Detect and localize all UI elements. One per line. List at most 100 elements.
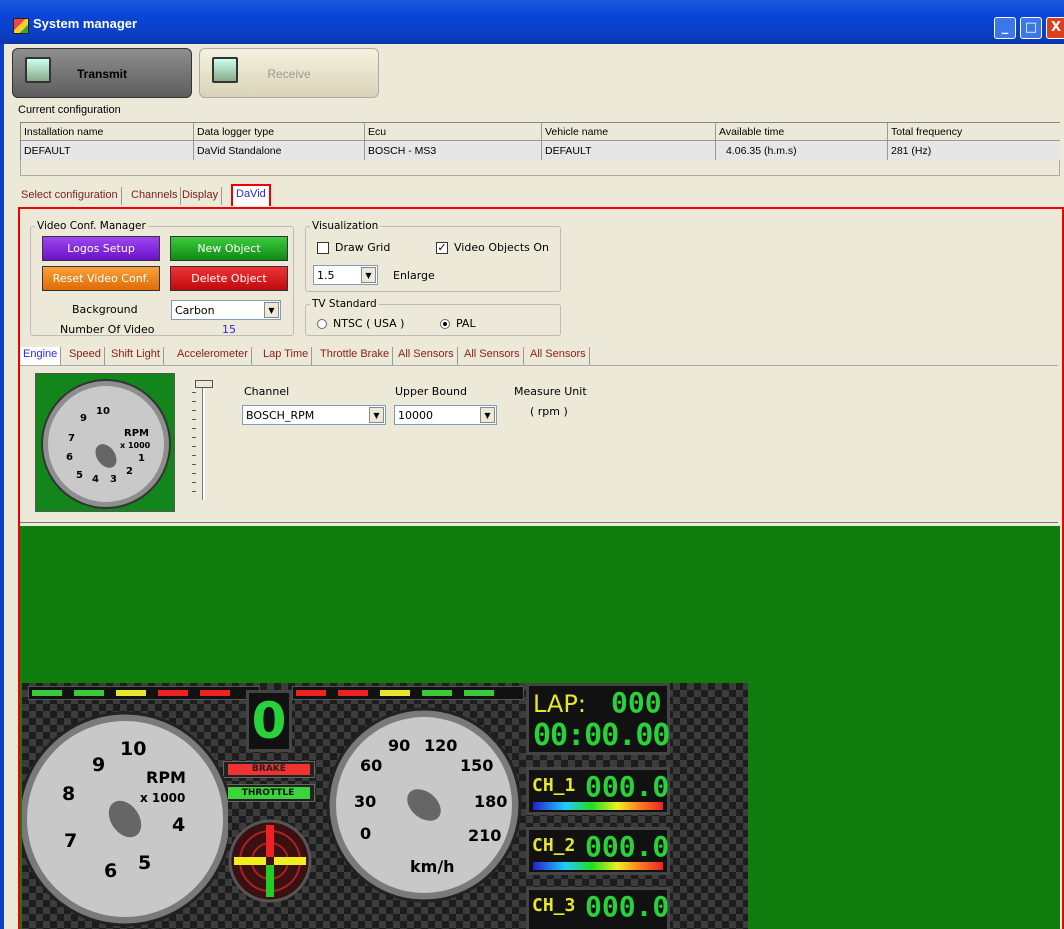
subtab-accelerometer[interactable]: Accelerometer xyxy=(174,347,252,365)
preview-mark-9: 9 xyxy=(80,413,87,424)
enlarge-label: Enlarge xyxy=(393,269,435,282)
cell-vehicle[interactable]: DEFAULT xyxy=(542,141,716,160)
preview-rpm-mult: x 1000 xyxy=(120,441,151,450)
rpm-preview-gauge: 9 10 7 6 5 4 3 2 1 RPM x 1000 xyxy=(41,379,171,509)
measure-unit-label: Measure Unit xyxy=(514,385,587,398)
pal-radio[interactable] xyxy=(440,319,450,329)
upper-bound-label: Upper Bound xyxy=(395,385,468,398)
logos-setup-button[interactable]: Logos Setup xyxy=(42,236,160,261)
rpm-mark-9: 9 xyxy=(92,754,105,776)
chevron-down-icon[interactable]: ▼ xyxy=(361,267,376,283)
accel-up xyxy=(266,825,274,857)
ch1-value: 000.0 xyxy=(585,770,670,803)
grid-footer xyxy=(20,160,1060,176)
preview-mark-3: 3 xyxy=(110,474,117,485)
ch2-display: CH_2 000.0 xyxy=(526,827,670,875)
toolbar: Transmit Receive xyxy=(10,45,1064,101)
preview-mark-1: 1 xyxy=(138,453,145,464)
lap-label: LAP: xyxy=(533,690,586,718)
preview-mark-5: 5 xyxy=(76,470,83,481)
preview-mark-4: 4 xyxy=(92,474,99,485)
subtab-all-sensors-3[interactable]: All Sensors xyxy=(527,347,590,365)
subtab-shift-light[interactable]: Shift Light xyxy=(108,347,164,365)
tab-channels[interactable]: Channels xyxy=(128,187,182,205)
dashboard-overlay[interactable]: 0 BRAKE THROTTLE 9 10 8 7 6 5 4 RPM x 10… xyxy=(22,683,748,929)
slider-thumb[interactable] xyxy=(195,380,213,388)
close-button[interactable]: X xyxy=(1046,17,1064,39)
config-table[interactable]: Installation name Data logger type Ecu V… xyxy=(20,122,1060,160)
preview-mark-7: 7 xyxy=(68,433,75,444)
tab-select-configuration[interactable]: Select configuration xyxy=(18,187,122,205)
subtab-throttle-brake[interactable]: Throttle Brake xyxy=(317,347,394,365)
shift-led xyxy=(158,690,188,696)
throttle-bar: THROTTLE xyxy=(221,784,315,802)
speed-unit: km/h xyxy=(410,857,455,876)
col-total-freq[interactable]: Total frequency xyxy=(888,123,1060,141)
maximize-button[interactable]: □ xyxy=(1020,17,1042,39)
window-title: System manager xyxy=(33,16,138,31)
cell-logger-type[interactable]: DaVid Standalone xyxy=(194,141,365,160)
subtab-lap-time[interactable]: Lap Time xyxy=(260,347,313,365)
delete-object-button[interactable]: Delete Object xyxy=(170,266,288,291)
title-bar[interactable]: System manager _ □ X xyxy=(0,0,1064,44)
subtab-engine[interactable]: Engine xyxy=(20,347,62,365)
chevron-down-icon[interactable]: ▼ xyxy=(264,302,279,318)
shift-led xyxy=(422,690,452,696)
draw-grid-checkbox[interactable] xyxy=(317,242,329,254)
upper-bound-select[interactable]: 10000 ▼ xyxy=(394,405,497,425)
tab-display[interactable]: Display xyxy=(179,187,223,205)
cell-ecu[interactable]: BOSCH - MS3 xyxy=(365,141,542,160)
chevron-down-icon[interactable]: ▼ xyxy=(480,407,495,423)
rpm-gauge: 9 10 8 7 6 5 4 RPM x 1000 xyxy=(22,711,228,927)
speed-mark-90: 90 xyxy=(388,736,410,755)
gear-display: 0 xyxy=(246,690,292,752)
col-available-time[interactable]: Available time xyxy=(716,123,888,141)
col-ecu[interactable]: Ecu xyxy=(365,123,542,141)
current-config-label: Current configuration xyxy=(18,104,121,116)
rpm-mark-5: 5 xyxy=(138,852,151,874)
speed-mark-150: 150 xyxy=(460,756,493,775)
size-slider[interactable] xyxy=(192,380,214,502)
tv-standard-legend: TV Standard xyxy=(312,298,377,310)
lap-display: LAP: 000 00:00.00 xyxy=(526,683,670,755)
subtab-all-sensors-2[interactable]: All Sensors xyxy=(461,347,524,365)
channel-select[interactable]: BOSCH_RPM ▼ xyxy=(242,405,386,425)
ch2-value: 000.0 xyxy=(585,830,670,863)
chevron-down-icon[interactable]: ▼ xyxy=(369,407,384,423)
tab-david[interactable]: DaVid xyxy=(231,184,271,206)
ch2-bar xyxy=(533,862,663,870)
lap-count: 000 xyxy=(611,686,662,719)
ntsc-radio[interactable] xyxy=(317,319,327,329)
subtab-all-sensors-1[interactable]: All Sensors xyxy=(395,347,458,365)
new-object-button[interactable]: New Object xyxy=(170,236,288,261)
enlarge-select[interactable]: 1.5 ▼ xyxy=(313,265,378,285)
rpm-mark-4: 4 xyxy=(172,814,185,836)
lap-time: 00:00.00 xyxy=(533,718,670,753)
reset-video-conf-button[interactable]: Reset Video Conf. xyxy=(42,266,160,291)
cell-total-freq[interactable]: 281 (Hz) xyxy=(888,141,1060,160)
shift-led xyxy=(200,690,230,696)
brake-bar: BRAKE xyxy=(223,761,315,778)
transmit-button[interactable]: Transmit xyxy=(12,48,192,98)
shift-led xyxy=(74,690,104,696)
video-conf-legend: Video Conf. Manager xyxy=(37,220,146,232)
video-objects-checkbox[interactable]: ✓ xyxy=(436,242,448,254)
col-vehicle[interactable]: Vehicle name xyxy=(542,123,716,141)
ch1-bar xyxy=(533,802,663,810)
minimize-button[interactable]: _ xyxy=(994,17,1016,39)
enlarge-value: 1.5 xyxy=(317,269,335,282)
rpm-preview[interactable]: 9 10 7 6 5 4 3 2 1 RPM x 1000 xyxy=(35,373,175,512)
shift-led xyxy=(296,690,326,696)
cell-available-time[interactable]: 4.06.35 (h.m.s) xyxy=(716,141,888,160)
receive-button[interactable]: Receive xyxy=(199,48,379,98)
speed-mark-210: 210 xyxy=(468,826,501,845)
subtab-speed[interactable]: Speed xyxy=(66,347,105,365)
preview-mark-10: 10 xyxy=(96,406,110,417)
channel-value: BOSCH_RPM xyxy=(246,409,315,422)
cell-installation[interactable]: DEFAULT xyxy=(21,141,194,160)
col-logger-type[interactable]: Data logger type xyxy=(194,123,365,141)
background-select[interactable]: Carbon ▼ xyxy=(171,300,281,320)
slider-track xyxy=(202,384,205,500)
col-installation[interactable]: Installation name xyxy=(21,123,194,141)
accel-left xyxy=(234,857,266,865)
